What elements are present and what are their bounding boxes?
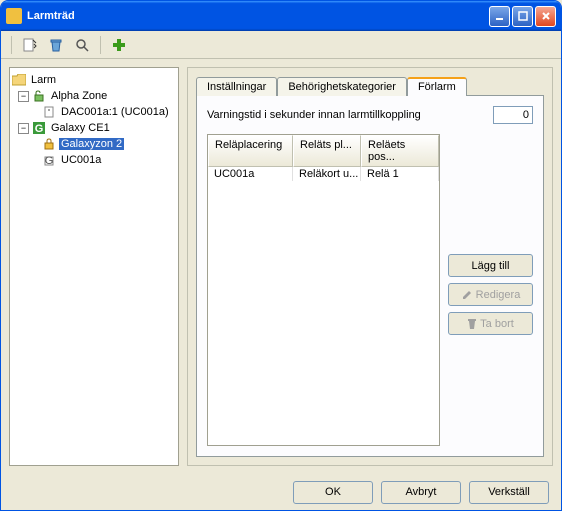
group-icon: G — [32, 121, 46, 135]
search-button[interactable] — [72, 35, 92, 55]
footer: OK Avbryt Verkställ — [1, 474, 561, 510]
add-relay-button[interactable]: Lägg till — [448, 254, 533, 277]
folder-icon — [12, 73, 26, 87]
app-icon — [6, 8, 22, 24]
tree-item[interactable]: − G Galaxy CE1 — [12, 120, 176, 136]
collapse-icon[interactable]: − — [18, 91, 29, 102]
warning-label: Varningstid i sekunder innan larmtillkop… — [207, 109, 493, 121]
cancel-button[interactable]: Avbryt — [381, 481, 461, 504]
device-icon — [42, 105, 56, 119]
tab-content: Varningstid i sekunder innan larmtillkop… — [196, 95, 544, 457]
tree-item[interactable]: − Alpha Zone — [12, 88, 176, 104]
warning-input[interactable] — [493, 106, 533, 124]
edit-relay-button[interactable]: Redigera — [448, 283, 533, 306]
tree-item-selected[interactable]: Galaxyzon 2 — [12, 136, 176, 152]
tab-permissions[interactable]: Behörighetskategorier — [277, 77, 407, 96]
table-row[interactable]: UC001a Reläkort u... Relä 1 — [208, 167, 439, 181]
lock-icon — [42, 137, 56, 151]
svg-text:G: G — [45, 155, 54, 166]
content: Larm − Alpha Zone DAC001a:1 (UC001a) − G… — [1, 59, 561, 474]
tree-item[interactable]: DAC001a:1 (UC001a) — [12, 104, 176, 120]
titlebar[interactable]: Larmträd — [1, 1, 561, 31]
tree-panel[interactable]: Larm − Alpha Zone DAC001a:1 (UC001a) − G… — [9, 67, 179, 466]
new-button[interactable] — [20, 35, 40, 55]
delete-relay-button[interactable]: Ta bort — [448, 312, 533, 335]
tab-settings[interactable]: Inställningar — [196, 77, 277, 96]
toolbar — [1, 31, 561, 59]
col-relay-pl[interactable]: Reläts pl... — [293, 135, 361, 167]
tabs: Inställningar Behörighetskategorier Förl… — [196, 77, 544, 96]
close-button[interactable] — [535, 6, 556, 27]
add-button[interactable] — [109, 35, 129, 55]
tab-prealarm[interactable]: Förlarm — [407, 77, 467, 96]
group-small-icon: G — [42, 153, 56, 167]
window: Larmträd Larm − Alpha Zone — [0, 0, 562, 511]
collapse-icon[interactable]: − — [18, 123, 29, 134]
col-relay-pos[interactable]: Reläets pos... — [361, 135, 439, 167]
svg-text:G: G — [35, 123, 44, 134]
window-title: Larmträd — [27, 10, 489, 22]
col-placement[interactable]: Reläplacering — [208, 135, 293, 167]
maximize-button[interactable] — [512, 6, 533, 27]
apply-button[interactable]: Verkställ — [469, 481, 549, 504]
relay-table[interactable]: Reläplacering Reläts pl... Reläets pos..… — [207, 134, 440, 446]
tree-item[interactable]: G UC001a — [12, 152, 176, 168]
minimize-button[interactable] — [489, 6, 510, 27]
lock-open-icon — [32, 89, 46, 103]
tree-root[interactable]: Larm — [12, 72, 176, 88]
delete-button[interactable] — [46, 35, 66, 55]
ok-button[interactable]: OK — [293, 481, 373, 504]
right-panel: Inställningar Behörighetskategorier Förl… — [187, 67, 553, 466]
